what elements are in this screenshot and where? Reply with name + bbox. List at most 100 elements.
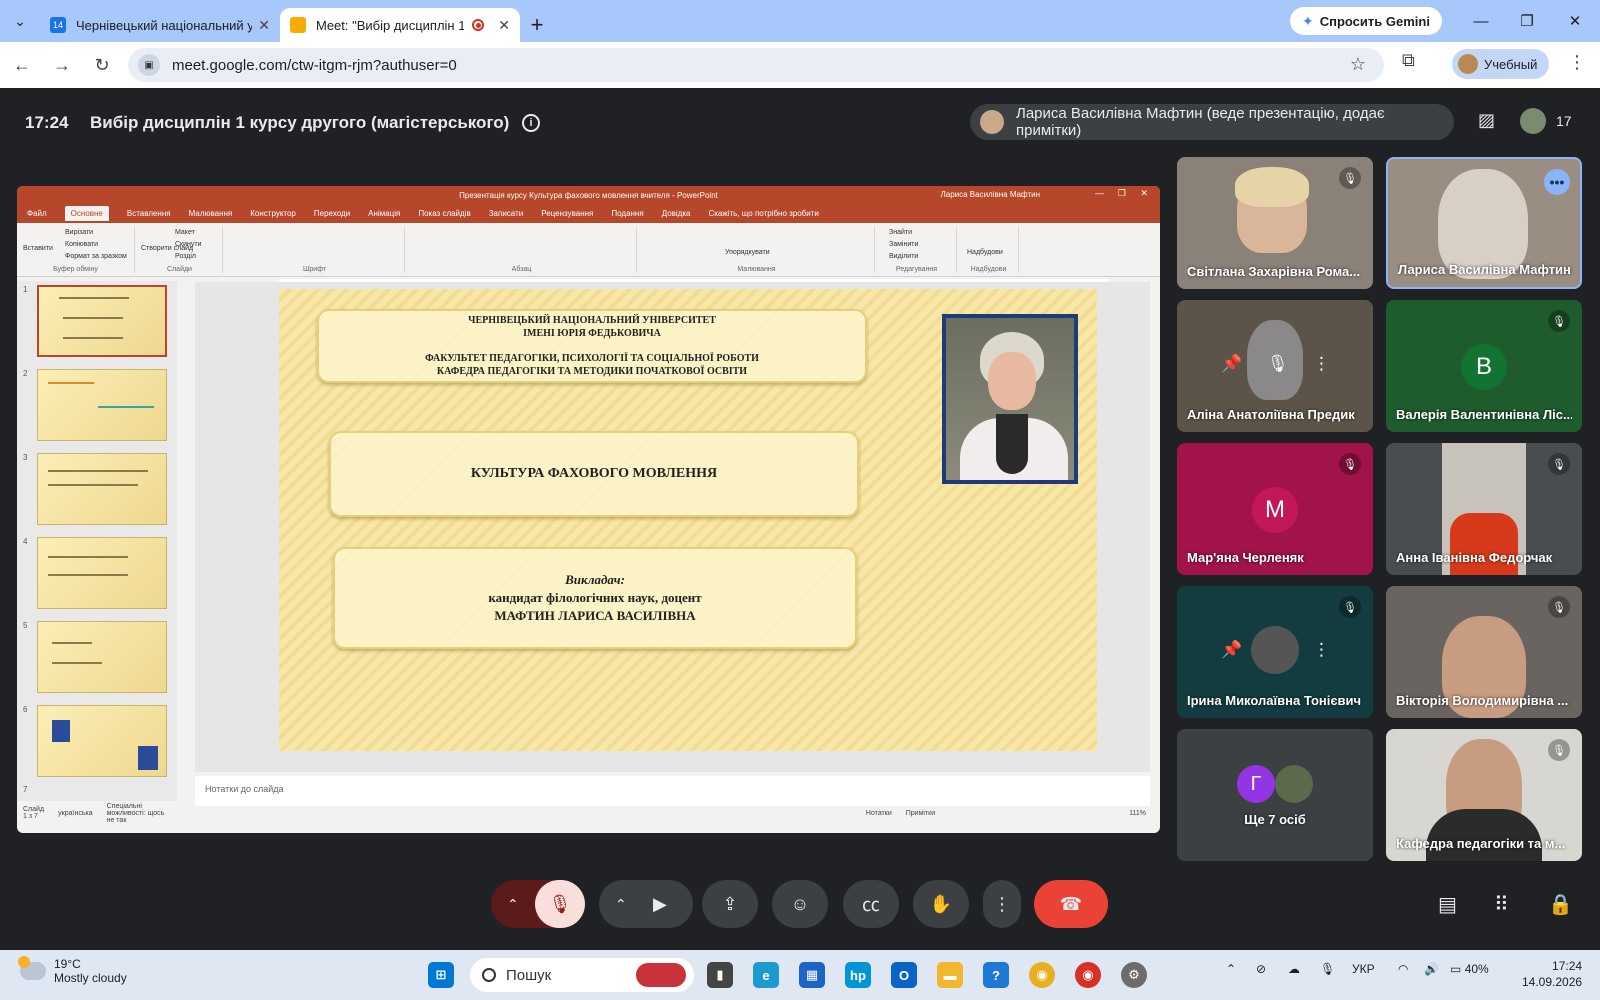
window-close-button[interactable]: ✕ (1552, 0, 1598, 42)
microsoft-store-icon[interactable]: ▦ (799, 962, 825, 988)
weather-widget[interactable]: 19°C Mostly cloudy (18, 956, 127, 985)
ribbon-format-painter: Формат за зразком (65, 253, 127, 260)
presenter-chip[interactable]: Лариса Василівна Мафтин (веде презентаці… (970, 104, 1454, 140)
more-options-icon[interactable]: ⋮ (1313, 354, 1330, 374)
address-bar[interactable]: ▣ meet.google.com/ctw-itgm-rjm?authuser=… (128, 48, 1384, 82)
participants-button[interactable]: 17 (1520, 108, 1572, 134)
host-controls-lock-icon[interactable]: 🔒 (1548, 892, 1573, 917)
profile-button[interactable]: Учебный (1452, 49, 1550, 79)
ribbon-section: Розділ (175, 253, 196, 260)
participant-tile[interactable]: ••• Лариса Василівна Мафтин (1386, 157, 1582, 289)
participant-tile[interactable]: 📌 🎙 ⋮ Аліна Анатоліївна Предик (1177, 300, 1373, 432)
windows-start-icon[interactable]: ⊞ (428, 962, 454, 988)
restore-button[interactable]: ❐ (1504, 0, 1550, 42)
bookmark-star-icon[interactable]: ☆ (1350, 54, 1366, 75)
tray-chevron-icon[interactable]: ⌃ (1226, 962, 1236, 976)
forward-button[interactable]: → (44, 47, 80, 83)
ppt-tab-insert: Вставлення (126, 209, 171, 218)
settings-gear-icon[interactable]: ⚙ (1121, 962, 1147, 988)
browser-tab-meet[interactable]: Meet: "Вибір дисциплін 1 к ✕ (280, 8, 520, 42)
thumb-number: 5 (23, 621, 28, 630)
tray-mic-icon[interactable]: 🎙 (1320, 962, 1335, 976)
participant-tile[interactable]: 🎙 Анна Іванівна Федорчак (1386, 443, 1582, 575)
activities-grid-icon[interactable]: ⠿ (1494, 892, 1509, 917)
hp-icon[interactable]: hp (845, 962, 871, 988)
pin-icon[interactable]: 📌 (1221, 640, 1242, 660)
chevron-up-icon[interactable]: ⌃ (507, 896, 519, 913)
more-options-icon[interactable]: ⋮ (1313, 640, 1330, 660)
thumb-line (52, 642, 92, 644)
reload-button[interactable]: ↻ (84, 47, 120, 83)
ribbon-cut: Вирізати (65, 229, 94, 236)
participant-tile[interactable]: 🎙 Кафедра педагогіки та м... (1386, 729, 1582, 861)
close-icon[interactable]: ✕ (258, 17, 270, 34)
status-notes: Нотатки (865, 809, 892, 817)
raise-hand-button[interactable]: ✋ (913, 880, 969, 928)
taskbar-search[interactable]: Пошук (470, 958, 694, 992)
ribbon-select: Виділити (889, 253, 919, 260)
ppt-tab-record: Записати (488, 209, 524, 218)
file-explorer-icon[interactable]: ▬ (937, 962, 963, 988)
more-options-button[interactable]: ⋮ (983, 880, 1021, 928)
info-icon[interactable]: i (522, 114, 540, 132)
ribbon-group-paragraph: Абзац (407, 227, 637, 273)
leave-call-button[interactable]: ☎ (1034, 880, 1108, 928)
tray-no-sync-icon[interactable]: ⊘ (1256, 962, 1266, 976)
taskbar-clock[interactable]: 17:24 14.09.2026 (1522, 958, 1582, 990)
back-button[interactable]: ← (4, 47, 40, 83)
gemini-button[interactable]: ✦ Спросить Gemini (1290, 7, 1442, 35)
slide-thumbnail (37, 285, 167, 357)
edge-browser-icon[interactable]: e (753, 962, 779, 988)
participant-hair (1235, 167, 1309, 207)
camera-button[interactable]: ▶ (653, 894, 667, 915)
mic-off-button[interactable]: 🎙 (535, 880, 585, 928)
battery-level: 40% (1464, 962, 1489, 976)
chat-icon[interactable]: ▤ (1438, 892, 1457, 917)
participant-tile[interactable]: 🎙 Світлана Захарівна Рома... (1177, 157, 1373, 289)
participant-name: Світлана Захарівна Рома... (1187, 264, 1361, 279)
tray-language[interactable]: УКР (1352, 962, 1375, 976)
ribbon-group-label: Слайди (167, 266, 192, 273)
help-icon[interactable]: ? (983, 962, 1009, 988)
presentation-icon[interactable]: ▨ (1478, 110, 1495, 131)
chevron-up-icon[interactable]: ⌃ (615, 896, 627, 913)
emoji-icon: ☺ (790, 893, 810, 914)
chrome-icon[interactable]: ◉ (1029, 962, 1055, 988)
browser-tab-university[interactable]: 14 Чернівецький національний уні ✕ (40, 8, 280, 42)
ribbon-addins: Надбудови (967, 249, 1003, 256)
pin-icon[interactable]: 📌 (1221, 354, 1242, 374)
ppt-tab-help: Довідка (661, 209, 691, 218)
status-accessibility: Спеціальні можливості: щось не так (106, 802, 165, 824)
search-highlight-icon (636, 963, 686, 987)
tray-onedrive-icon[interactable]: ☁ (1288, 962, 1300, 976)
reactions-button[interactable]: ☺ (772, 880, 828, 928)
mic-icon[interactable]: 🎙 (1267, 354, 1289, 374)
close-icon[interactable]: ✕ (498, 17, 510, 34)
volume-icon[interactable]: 🔊 (1424, 962, 1439, 976)
chrome-profile-icon[interactable]: ◉ (1075, 962, 1101, 988)
battery-indicator[interactable]: ▭ 40% (1450, 962, 1489, 976)
participant-tile[interactable]: В 🎙 Валерія Валентинівна Ліс... (1386, 300, 1582, 432)
browser-menu-icon[interactable]: ⋮ (1568, 52, 1586, 73)
ppt-close-icon: ✕ (1140, 188, 1148, 198)
captions-icon: ㏄ (862, 895, 880, 915)
thumb-line (98, 406, 154, 408)
participant-name: Валерія Валентинівна Ліс... (1396, 407, 1572, 422)
site-info-icon[interactable]: ▣ (138, 54, 160, 76)
minimize-button[interactable]: — (1458, 0, 1504, 42)
extensions-puzzle-icon[interactable]: ⧉ (1402, 50, 1415, 71)
participant-tile[interactable]: 📌 ⋮ 🎙 Ірина Миколаївна Тонієвич (1177, 586, 1373, 718)
ribbon-arrange: Упорядкувати (725, 249, 770, 256)
participant-tile[interactable]: М 🎙 Мар'яна Черленяк (1177, 443, 1373, 575)
outlook-icon[interactable]: O (891, 962, 917, 988)
participant-tile-more[interactable]: Г Ще 7 осіб (1177, 729, 1373, 861)
wifi-icon[interactable]: ◠ (1398, 962, 1408, 976)
present-screen-button[interactable]: ⇪ (702, 880, 758, 928)
participant-tile[interactable]: 🎙 Вікторія Володимирівна ... (1386, 586, 1582, 718)
captions-button[interactable]: ㏄ (843, 880, 899, 928)
new-tab-button[interactable]: + (520, 8, 554, 42)
participant-name: Аліна Анатоліївна Предик (1187, 407, 1355, 422)
task-view-icon[interactable]: ▮ (707, 962, 733, 988)
participant-count: 17 (1556, 113, 1572, 129)
tab-search-icon[interactable]: ⌄ (0, 0, 40, 42)
